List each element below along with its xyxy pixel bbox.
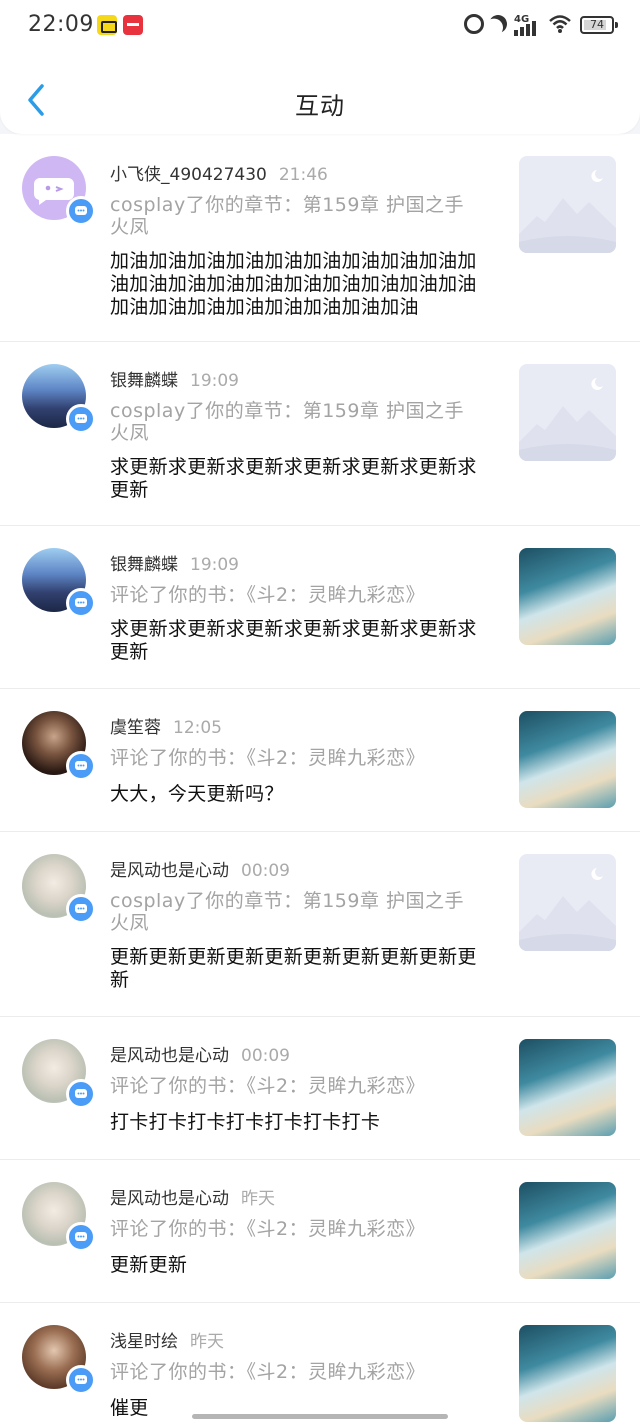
avatar[interactable] (22, 854, 96, 924)
action-text[interactable]: cosplay了你的章节：第159章 护国之手火凤 (110, 400, 480, 444)
comment-text: 更新更新更新更新更新更新更新更新更新更新 (110, 946, 477, 991)
status-bar: 22:09 4G 74 (0, 0, 640, 52)
book-cover-icon[interactable] (519, 1182, 616, 1279)
list-item[interactable]: 虞笙蓉 12:05 评论了你的书：《斗2：灵眸九彩恋》 大大，今天更新吗？ (0, 689, 640, 832)
avatar[interactable] (22, 1325, 96, 1395)
battery-level: 74 (590, 18, 604, 31)
user-line: 是风动也是心动 昨天 (110, 1184, 275, 1209)
user-line: 银舞麟蝶 19:09 (110, 550, 239, 575)
list-item[interactable]: 是风动也是心动 00:09 评论了你的书：《斗2：灵眸九彩恋》 打卡打卡打卡打卡打… (0, 1017, 640, 1160)
comment-text: 求更新求更新求更新求更新求更新求更新求更新 (110, 618, 477, 663)
list-item[interactable]: 小飞侠_490427430 21:46 cosplay了你的章节：第159章 护国… (0, 136, 640, 342)
book-cover-icon[interactable] (519, 711, 616, 808)
wifi-icon (549, 15, 571, 33)
action-text[interactable]: 评论了你的书：《斗2：灵眸九彩恋》 (110, 1361, 480, 1383)
message-badge-icon (66, 751, 96, 781)
comment-text: 打卡打卡打卡打卡打卡打卡打卡 (110, 1111, 381, 1133)
comment-text: 求更新求更新求更新求更新求更新求更新求更新 (110, 456, 477, 501)
avatar[interactable] (22, 548, 96, 618)
message-badge-icon (66, 404, 96, 434)
book-cover-icon[interactable] (519, 548, 616, 645)
comment-text: 大大，今天更新吗？ (110, 783, 284, 805)
timestamp: 12:05 (173, 718, 222, 738)
avatar[interactable] (22, 1182, 96, 1252)
list-item[interactable]: 银舞麟蝶 19:09 评论了你的书：《斗2：灵眸九彩恋》 求更新求更新求更新求更新… (0, 526, 640, 689)
moon-icon (486, 12, 509, 35)
header-card: 22:09 4G 74 互动 (0, 0, 640, 134)
user-name[interactable]: 浅星时绘 (110, 1332, 178, 1352)
battery-icon: 74 (580, 16, 618, 34)
message-badge-icon (66, 1365, 96, 1395)
interaction-list: 小飞侠_490427430 21:46 cosplay了你的章节：第159章 护国… (0, 136, 640, 1422)
user-name[interactable]: 是风动也是心动 (110, 1046, 229, 1066)
signal-icon: 4G (514, 14, 542, 36)
book-cover-icon[interactable] (519, 1325, 616, 1422)
home-indicator[interactable] (192, 1414, 448, 1419)
timestamp: 00:09 (241, 1046, 290, 1066)
page-title: 互动 (295, 92, 345, 120)
message-badge-icon (66, 1079, 96, 1109)
list-item[interactable]: 浅星时绘 昨天 评论了你的书：《斗2：灵眸九彩恋》 催更 (0, 1303, 640, 1422)
user-name[interactable]: 小飞侠_490427430 (110, 165, 267, 185)
alarm-icon (464, 14, 484, 34)
user-name[interactable]: 是风动也是心动 (110, 1189, 229, 1209)
action-text[interactable]: 评论了你的书：《斗2：灵眸九彩恋》 (110, 1075, 480, 1097)
user-name[interactable]: 虞笙蓉 (110, 718, 161, 738)
user-line: 小飞侠_490427430 21:46 (110, 160, 328, 185)
top-area: 22:09 4G 74 互动 (0, 0, 640, 134)
timestamp: 19:09 (190, 555, 239, 575)
avatar[interactable] (22, 156, 96, 226)
avatar[interactable] (22, 711, 96, 781)
action-text[interactable]: 评论了你的书：《斗2：灵眸九彩恋》 (110, 584, 480, 606)
user-name[interactable]: 银舞麟蝶 (110, 555, 178, 575)
timestamp: 00:09 (241, 861, 290, 881)
user-line: 浅星时绘 昨天 (110, 1327, 224, 1352)
comment-text: 更新更新 (110, 1254, 188, 1276)
app-red-icon (123, 15, 143, 35)
user-line: 是风动也是心动 00:09 (110, 1041, 290, 1066)
list-item[interactable]: 是风动也是心动 昨天 评论了你的书：《斗2：灵眸九彩恋》 更新更新 (0, 1160, 640, 1303)
nav-bar: 互动 (0, 66, 640, 134)
user-line: 银舞麟蝶 19:09 (110, 366, 239, 391)
list-item[interactable]: 银舞麟蝶 19:09 cosplay了你的章节：第159章 护国之手火凤 求更新求… (0, 342, 640, 526)
message-badge-icon (66, 196, 96, 226)
action-text[interactable]: cosplay了你的章节：第159章 护国之手火凤 (110, 194, 480, 238)
book-cover-icon[interactable] (519, 1039, 616, 1136)
avatar[interactable] (22, 364, 96, 434)
app-yellow-icon (97, 15, 117, 35)
user-line: 虞笙蓉 12:05 (110, 713, 222, 738)
timestamp: 昨天 (241, 1189, 275, 1209)
status-time: 22:09 (28, 12, 94, 37)
user-name[interactable]: 银舞麟蝶 (110, 371, 178, 391)
placeholder-image-icon[interactable] (519, 364, 616, 461)
action-text[interactable]: 评论了你的书：《斗2：灵眸九彩恋》 (110, 747, 480, 769)
timestamp: 昨天 (190, 1332, 224, 1352)
list-item[interactable]: 是风动也是心动 00:09 cosplay了你的章节：第159章 护国之手火凤 更… (0, 832, 640, 1017)
action-text[interactable]: cosplay了你的章节：第159章 护国之手火凤 (110, 890, 480, 934)
placeholder-image-icon[interactable] (519, 854, 616, 951)
user-name[interactable]: 是风动也是心动 (110, 861, 229, 881)
message-badge-icon (66, 1222, 96, 1252)
placeholder-image-icon[interactable] (519, 156, 616, 253)
message-badge-icon (66, 588, 96, 618)
comment-text: 加油加油加油加油加油加油加油加油加油加油加油加油加油加油加油加油加油加油加油加油… (110, 250, 477, 318)
avatar[interactable] (22, 1039, 96, 1109)
timestamp: 19:09 (190, 371, 239, 391)
timestamp: 21:46 (278, 165, 328, 185)
action-text[interactable]: 评论了你的书：《斗2：灵眸九彩恋》 (110, 1218, 480, 1240)
message-badge-icon (66, 894, 96, 924)
user-line: 是风动也是心动 00:09 (110, 856, 290, 881)
